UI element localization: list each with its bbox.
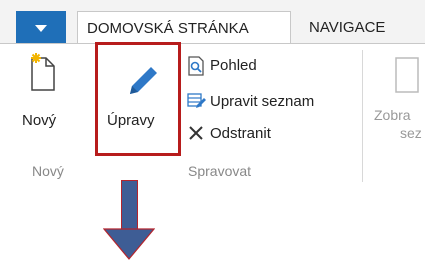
- annotation-arrow-shaft: [121, 180, 138, 230]
- show-button-label-line1: Zobra: [374, 107, 411, 123]
- ribbon-tab-bar: DOMOVSKÁ STRÁNKA NAVIGACE: [0, 0, 425, 44]
- edit-list-button-label: Upravit seznam: [210, 93, 315, 110]
- view-icon: [188, 56, 204, 76]
- app-menu-button[interactable]: [16, 11, 66, 44]
- new-button-label: Nový: [22, 112, 57, 129]
- tab-navigation[interactable]: NAVIGACE: [300, 11, 420, 43]
- annotation-arrow-head: [103, 228, 155, 260]
- group-label-new: Nový: [32, 163, 64, 179]
- tab-home[interactable]: DOMOVSKÁ STRÁNKA: [77, 11, 291, 43]
- edit-list-icon: [187, 93, 206, 108]
- group-label-manage: Spravovat: [188, 163, 252, 179]
- edit-highlight-box: [95, 42, 181, 156]
- chevron-down-icon: [35, 25, 47, 32]
- view-button-label: Pohled: [210, 57, 257, 74]
- delete-icon: [189, 126, 203, 140]
- new-document-icon: [31, 53, 55, 91]
- delete-button-label: Odstranit: [210, 125, 271, 142]
- show-icon: [395, 57, 419, 93]
- group-separator: [362, 50, 363, 182]
- show-button-label-line2: sez: [400, 125, 422, 141]
